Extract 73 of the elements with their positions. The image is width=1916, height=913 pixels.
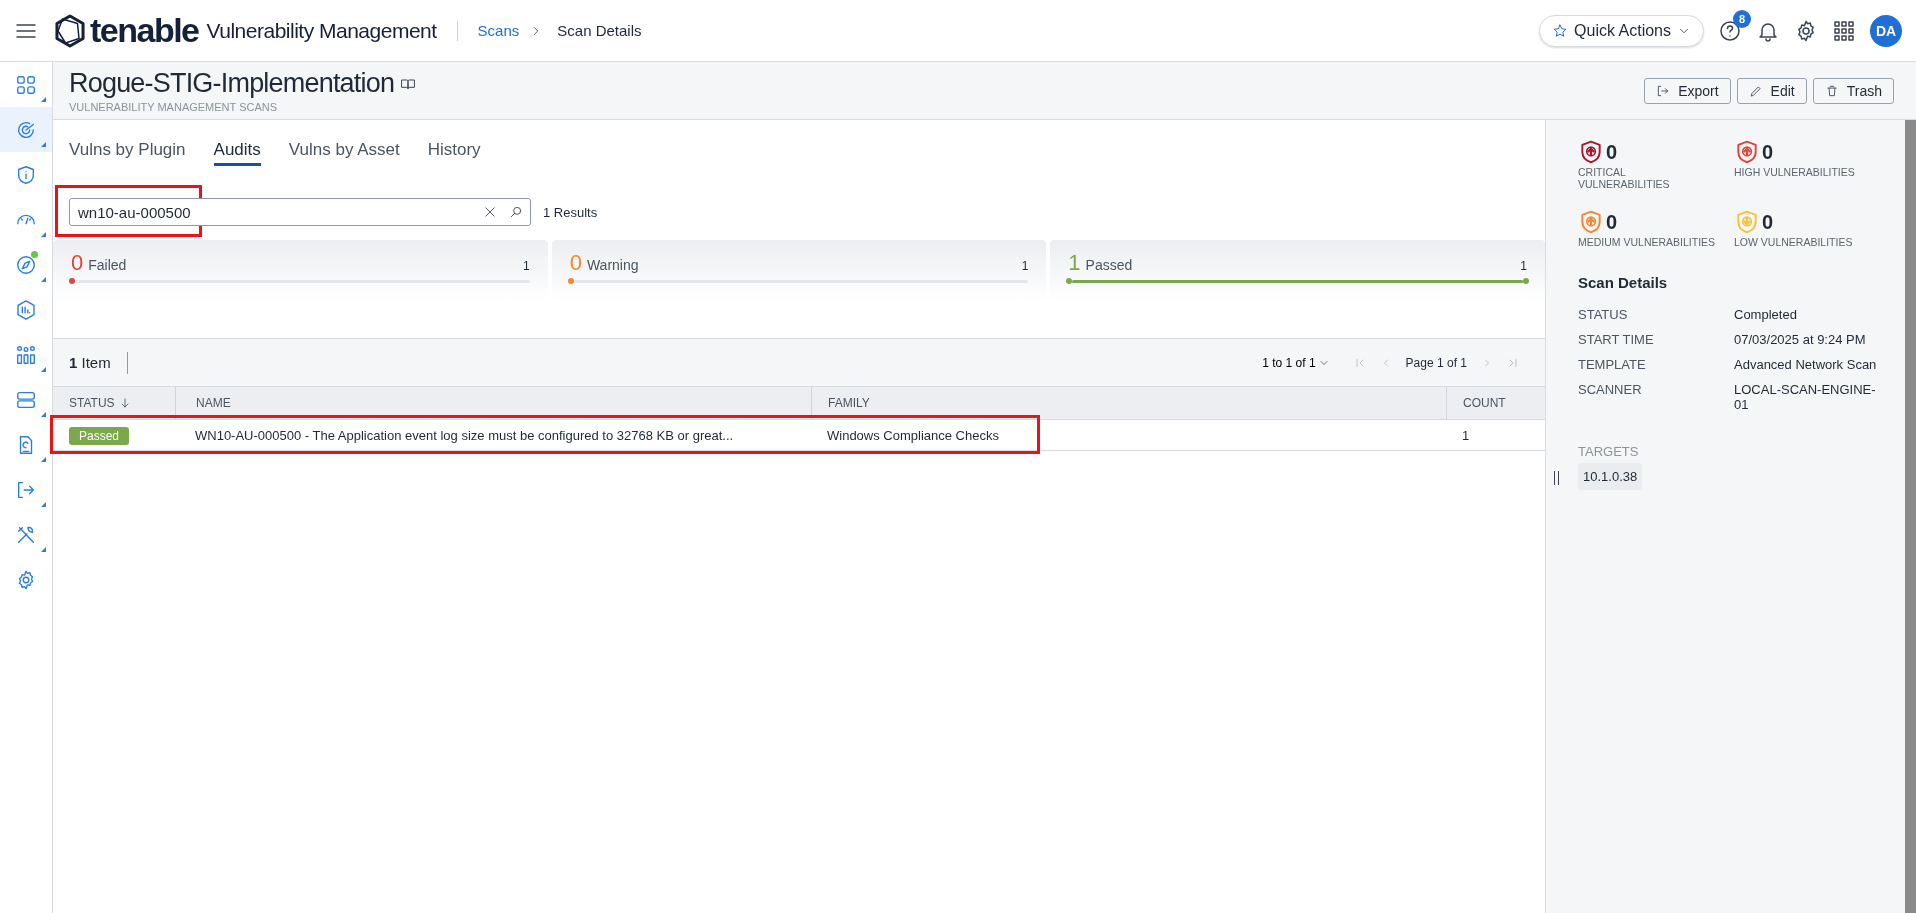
detail-label: START TIME	[1578, 332, 1655, 348]
page-size-dropdown[interactable]: 1 to 1 of 1	[1262, 355, 1330, 370]
breadcrumb-link[interactable]: Scans	[477, 22, 520, 39]
detail-value: Completed	[1734, 307, 1798, 323]
search-field[interactable]: wn10-au-000500	[69, 198, 531, 226]
summary-count: 0	[569, 250, 582, 276]
hexagon-logo-icon	[52, 12, 88, 49]
compass-icon	[15, 253, 37, 276]
tab[interactable]: Vulns by Plugin	[69, 140, 186, 166]
page-subtitle: VULNERABILITY MANAGEMENT SCANS	[69, 101, 279, 113]
summary-total: 1	[1021, 259, 1029, 273]
edit-button[interactable]: Edit	[1736, 77, 1807, 104]
column-header[interactable]: NAME	[175, 387, 811, 419]
hexagon-chart-icon	[15, 298, 37, 321]
summary-count: 0	[71, 250, 84, 276]
scrollbar[interactable]	[1905, 120, 1916, 913]
resize-handle[interactable]	[1554, 471, 1559, 486]
vulnerability-label: MEDIUM VULNERABILITIES	[1578, 236, 1717, 249]
summary-label: Failed	[88, 257, 128, 273]
vulnerability-label: LOW VULNERABILITIES	[1734, 236, 1854, 249]
network-nodes-icon	[15, 343, 37, 366]
trash-icon	[1824, 83, 1839, 98]
export-icon	[1656, 83, 1671, 98]
tab[interactable]: History	[427, 140, 481, 166]
detail-value: LOCAL-SCAN-ENGINE-01	[1734, 382, 1877, 413]
dashboard-grid-icon	[15, 73, 37, 96]
results-count: 1 Results	[543, 204, 598, 220]
status-badge: Passed	[69, 426, 130, 445]
export-button[interactable]: Export	[1644, 77, 1731, 104]
notification-count-badge: 8	[1733, 9, 1751, 28]
tab[interactable]: Vulns by Asset	[288, 140, 400, 166]
vulnerability-count: 0	[1606, 140, 1618, 164]
vulnerability-label: CRITICAL VULNERABILITIES	[1578, 166, 1671, 191]
column-header[interactable]: FAMILY	[811, 387, 1446, 419]
pencil-icon	[1748, 83, 1763, 98]
column-header[interactable]: STATUS	[53, 387, 175, 419]
tab[interactable]: Audits	[213, 140, 261, 166]
sidebar-item[interactable]	[0, 107, 52, 152]
vulnerability-count: 0	[1606, 210, 1618, 234]
detail-value: 07/03/2025 at 9:24 PM	[1734, 332, 1867, 348]
product-name: Vulnerability Management	[206, 18, 437, 43]
detail-value: Advanced Network Scan	[1734, 357, 1878, 373]
target-chip: 10.1.0.38	[1578, 463, 1643, 491]
item-count: 1 Item	[69, 354, 111, 371]
vulnerability-count: 0	[1762, 140, 1774, 164]
table-cell-text: WN10-AU-000500 - The Application event log size must be configured to 32768 KB or great...	[194, 427, 735, 443]
summary-total: 1	[1520, 259, 1527, 273]
summary-label: Passed	[1085, 257, 1134, 273]
summary-total: 1	[523, 259, 530, 273]
section-title: Scan Details	[1578, 274, 1669, 292]
shield-info-icon	[15, 163, 37, 186]
star-icon	[1552, 22, 1569, 39]
trash-button[interactable]: Trash	[1812, 77, 1894, 104]
app-grid-icon[interactable]	[1832, 18, 1856, 43]
detail-label: TARGETS	[1578, 444, 1640, 460]
breadcrumb-current: Scan Details	[557, 22, 642, 39]
summary-count: 1	[1068, 250, 1081, 276]
search-icon[interactable]	[509, 205, 523, 219]
vulnerability-count: 0	[1762, 210, 1774, 234]
progress-end-dot	[1523, 278, 1529, 284]
detail-label: STATUS	[1578, 307, 1629, 323]
quick-actions-button[interactable]: Quick Actions	[1539, 14, 1704, 47]
vulnerability-label: HIGH VULNERABILITIES	[1734, 166, 1856, 179]
summary-label: Warning	[586, 257, 640, 273]
table-cell-text: Windows Compliance Checks	[826, 427, 1000, 443]
detail-label: SCANNER	[1578, 382, 1643, 400]
detail-label: TEMPLATE	[1578, 357, 1647, 373]
page-indicator: Page 1 of 1	[1405, 355, 1467, 370]
user-avatar[interactable]: DA	[1870, 14, 1902, 47]
table-cell-text: 1	[1461, 427, 1471, 443]
logo-text: tenable	[90, 11, 199, 50]
page-title: Rogue-STIG-Implementation	[69, 68, 395, 99]
close-icon[interactable]	[483, 205, 497, 219]
